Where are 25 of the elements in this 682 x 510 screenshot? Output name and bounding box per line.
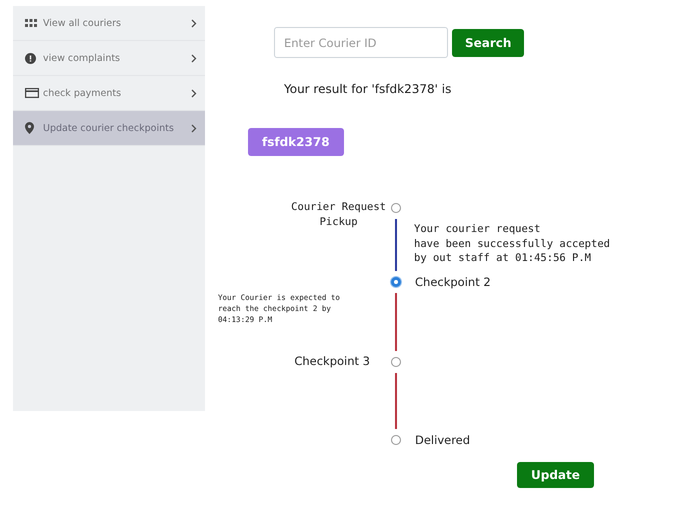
checkpoint-label: Checkpoint 2 bbox=[414, 275, 492, 289]
sidebar-item[interactable]: Update courier checkpoints bbox=[13, 111, 205, 146]
checkpoint-label: Checkpoint 3 bbox=[294, 354, 371, 370]
alert-icon bbox=[25, 52, 36, 64]
card-icon bbox=[25, 88, 39, 98]
radio-button[interactable] bbox=[391, 435, 401, 445]
search-field[interactable]: Enter Courier ID bbox=[274, 27, 448, 58]
radio-button[interactable] bbox=[391, 277, 401, 287]
update-button[interactable]: Update bbox=[517, 462, 594, 488]
sidebar-item[interactable]: View all couriers bbox=[13, 6, 205, 41]
sidebar-item[interactable]: view complaints bbox=[13, 41, 205, 76]
radio-button[interactable] bbox=[391, 357, 401, 367]
checkpoint-label: Delivered bbox=[414, 433, 472, 447]
result-text: Your result for 'fsfdk2378' is bbox=[284, 82, 452, 96]
search-button[interactable]: Search bbox=[452, 28, 524, 56]
chevron-icon bbox=[191, 18, 197, 28]
grid-icon bbox=[25, 19, 37, 27]
chevron-icon bbox=[191, 124, 197, 132]
courier-id-badge: fsfdk2378 bbox=[248, 128, 344, 156]
chevron-icon bbox=[191, 88, 197, 98]
checkpoint-label: Courier Request Pickup bbox=[291, 200, 386, 230]
chevron-icon bbox=[191, 54, 197, 62]
timeline-note: Your courier request have been successfully accepted by out staff at 01:45:56 P.M bbox=[413, 222, 611, 266]
location-pin-icon bbox=[25, 122, 34, 134]
radio-button[interactable] bbox=[391, 203, 401, 213]
